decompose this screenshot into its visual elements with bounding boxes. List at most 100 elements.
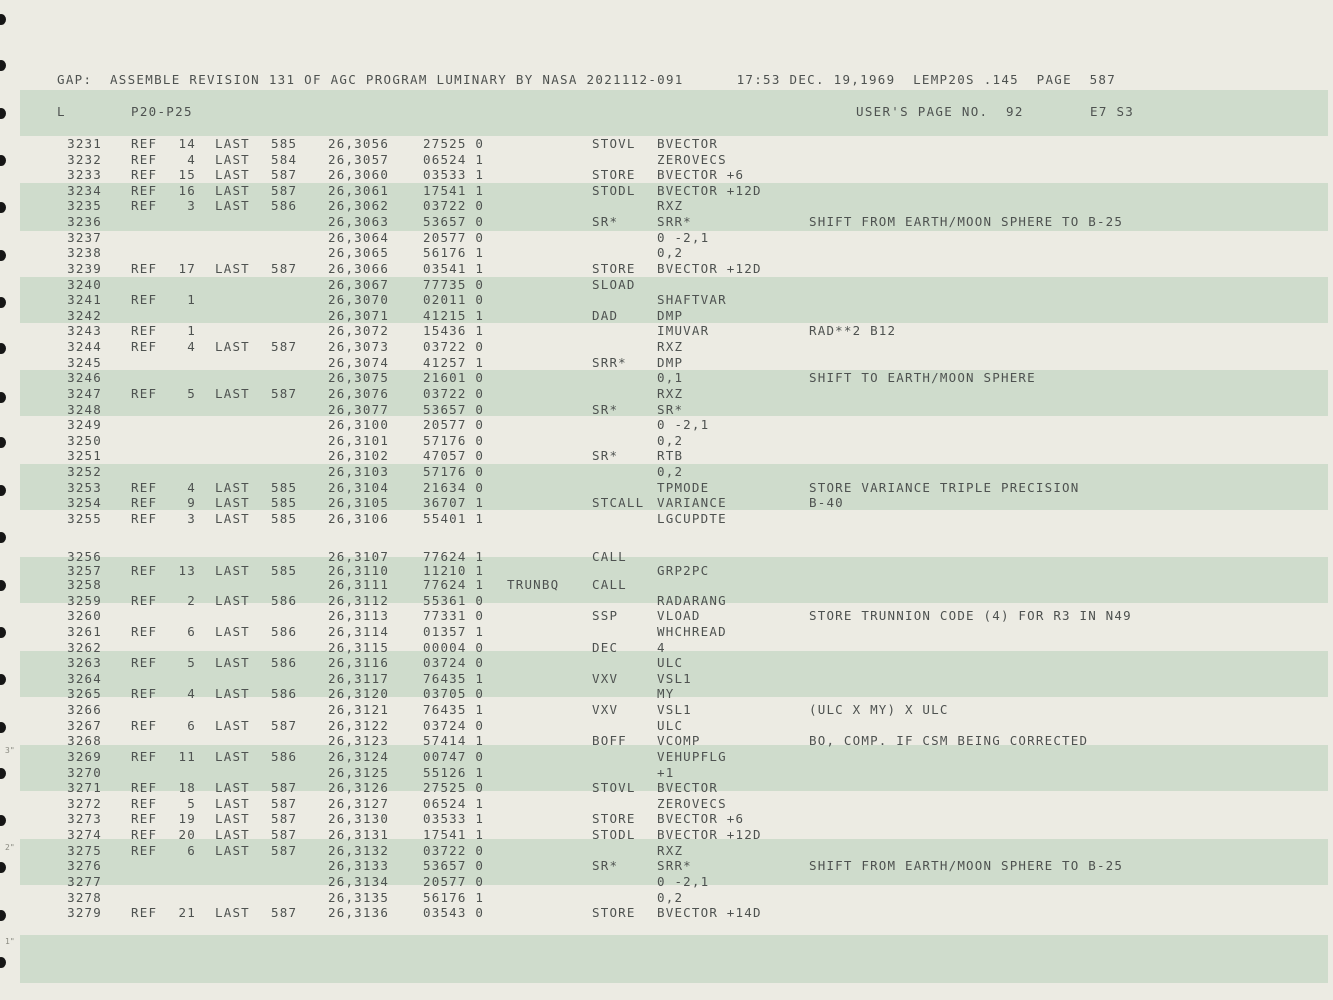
ref-count: 6 bbox=[187, 842, 196, 858]
line-number: 3257 bbox=[67, 562, 102, 578]
ref-keyword: REF bbox=[131, 686, 158, 702]
listing-row: 3234 REF 16 LAST 587 26,3061 17541 1 STODL BVECT… bbox=[0, 183, 1333, 198]
label: TRUNBQ bbox=[507, 577, 560, 593]
octal-word: 15436 1 bbox=[423, 323, 485, 339]
line-number: 3279 bbox=[67, 905, 102, 921]
octal-word: 57176 0 bbox=[423, 464, 485, 480]
line-number: 3243 bbox=[67, 323, 102, 339]
octal-word: 55126 1 bbox=[423, 764, 485, 780]
line-number: 3235 bbox=[67, 198, 102, 214]
listing-row: 3236 26,3063 53657 0 SR* SRR* SHIFT FROM EART… bbox=[0, 214, 1333, 229]
octal-word: 20577 0 bbox=[423, 417, 485, 433]
line-number: 3266 bbox=[67, 702, 102, 718]
line-number: 3258 bbox=[67, 577, 102, 593]
address: 26,3067 bbox=[328, 276, 390, 292]
address: 26,3123 bbox=[328, 733, 390, 749]
last-keyword: LAST bbox=[215, 811, 250, 827]
octal-word: 20577 0 bbox=[423, 229, 485, 245]
operand: 0 -2,1 bbox=[657, 417, 710, 433]
last-keyword: LAST bbox=[215, 717, 250, 733]
address: 26,3103 bbox=[328, 464, 390, 480]
opcode: STOVL bbox=[592, 136, 636, 151]
last-keyword: LAST bbox=[215, 339, 250, 355]
address: 26,3133 bbox=[328, 858, 390, 874]
listing-row: 3274 REF 20 LAST 587 26,3131 17541 1 STODL BVECT… bbox=[0, 827, 1333, 842]
opcode: STCALL bbox=[592, 495, 645, 511]
address: 26,3111 bbox=[328, 577, 390, 593]
last-page: 587 bbox=[271, 780, 298, 796]
ref-keyword: REF bbox=[131, 842, 158, 858]
comment: SHIFT TO EARTH/MOON SPHERE bbox=[809, 370, 1036, 386]
address: 26,3122 bbox=[328, 717, 390, 733]
address: 26,3134 bbox=[328, 873, 390, 889]
last-page: 587 bbox=[271, 167, 298, 183]
address: 26,3105 bbox=[328, 495, 390, 511]
listing-row: 3277 26,3134 20577 0 0 -2,1 bbox=[0, 874, 1333, 889]
operand: BVECTOR bbox=[657, 780, 719, 796]
listing-row: 3246 26,3075 21601 0 0,1 SHIFT TO EARTH/MOON… bbox=[0, 370, 1333, 385]
address: 26,3130 bbox=[328, 811, 390, 827]
last-keyword: LAST bbox=[215, 795, 250, 811]
address: 26,3112 bbox=[328, 592, 390, 608]
last-keyword: LAST bbox=[215, 479, 250, 495]
line-number: 3256 bbox=[67, 548, 102, 564]
octal-word: 77735 0 bbox=[423, 276, 485, 292]
opcode: STODL bbox=[592, 182, 636, 198]
ref-count: 18 bbox=[178, 780, 196, 796]
listing-row: 3237 26,3064 20577 0 0 -2,1 bbox=[0, 230, 1333, 245]
operand: VSL1 bbox=[657, 702, 692, 718]
line-number: 3247 bbox=[67, 385, 102, 401]
octal-word: 00004 0 bbox=[423, 639, 485, 655]
ref-count: 2 bbox=[187, 592, 196, 608]
ref-count: 4 bbox=[187, 686, 196, 702]
line-number: 3250 bbox=[67, 432, 102, 448]
octal-word: 03541 1 bbox=[423, 260, 485, 276]
operand: WHCHREAD bbox=[657, 623, 727, 639]
last-keyword: LAST bbox=[215, 842, 250, 858]
octal-word: 03533 1 bbox=[423, 167, 485, 183]
address: 26,3062 bbox=[328, 198, 390, 214]
listing-row: 3257 REF 13 LAST 585 26,3110 11210 1 GRP2PC bbox=[0, 563, 1333, 578]
address: 26,3070 bbox=[328, 292, 390, 308]
last-page: 587 bbox=[271, 905, 298, 921]
operand: RXZ bbox=[657, 339, 684, 355]
octal-word: 55401 1 bbox=[423, 510, 485, 526]
listing-row: 3254 REF 9 LAST 585 26,3105 36707 1 STCALL VARIA… bbox=[0, 495, 1333, 510]
last-keyword: LAST bbox=[215, 748, 250, 764]
ref-keyword: REF bbox=[131, 655, 158, 671]
octal-word: 03724 0 bbox=[423, 717, 485, 733]
operand: TPMODE bbox=[657, 479, 710, 495]
ref-keyword: REF bbox=[131, 495, 158, 511]
listing-row: 3249 26,3100 20577 0 0 -2,1 bbox=[0, 417, 1333, 432]
octal-word: 03543 0 bbox=[423, 905, 485, 921]
octal-word: 76435 1 bbox=[423, 670, 485, 686]
operand: BVECTOR +6 bbox=[657, 811, 745, 827]
address: 26,3135 bbox=[328, 889, 390, 905]
last-page: 585 bbox=[271, 510, 298, 526]
octal-word: 77624 1 bbox=[423, 577, 485, 593]
line-number: 3272 bbox=[67, 795, 102, 811]
last-keyword: LAST bbox=[215, 827, 250, 843]
opcode: DEC bbox=[592, 639, 619, 655]
ref-keyword: REF bbox=[131, 811, 158, 827]
address: 26,3132 bbox=[328, 842, 390, 858]
opcode: STORE bbox=[592, 905, 636, 921]
user-page-number: USER'S PAGE NO. 92 bbox=[856, 104, 1024, 119]
opcode: CALL bbox=[592, 548, 627, 564]
address: 26,3127 bbox=[328, 795, 390, 811]
listing-row: 3251 26,3102 47057 0 SR* RTB bbox=[0, 448, 1333, 463]
operand: +1 bbox=[657, 764, 675, 780]
operand: BVECTOR +12D bbox=[657, 260, 762, 276]
listing-row: 3258 26,3111 77624 1 TRUNBQ CALL bbox=[0, 577, 1333, 592]
last-page: 586 bbox=[271, 686, 298, 702]
last-keyword: LAST bbox=[215, 198, 250, 214]
ref-count: 16 bbox=[178, 182, 196, 198]
operand: BVECTOR bbox=[657, 136, 719, 151]
line-number: 3237 bbox=[67, 229, 102, 245]
line-number: 3264 bbox=[67, 670, 102, 686]
comment: RAD**2 B12 bbox=[809, 323, 897, 339]
line-number: 3278 bbox=[67, 889, 102, 905]
opcode: SRR* bbox=[592, 354, 627, 370]
ref-count: 5 bbox=[187, 655, 196, 671]
operand: VCOMP bbox=[657, 733, 701, 749]
